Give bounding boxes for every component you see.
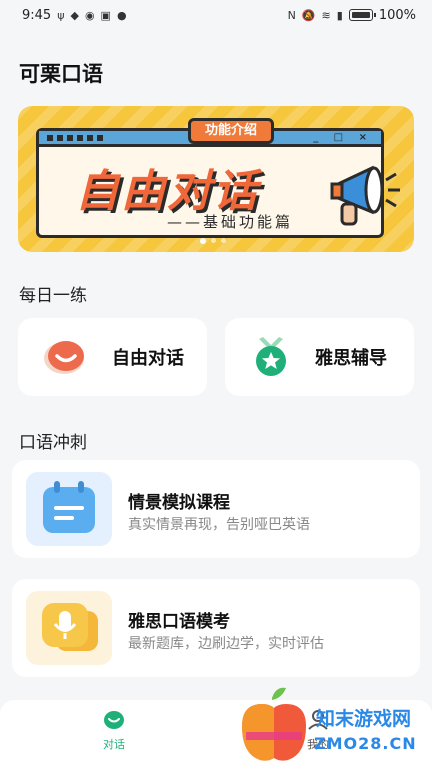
course-card-scenario[interactable]: 情景模拟课程 真实情景再现，告别哑巴英语 xyxy=(12,460,420,558)
nav-label-chat: 对话 xyxy=(103,738,125,751)
free-talk-card[interactable]: 自由对话 xyxy=(18,318,207,396)
course-title: 情景模拟课程 xyxy=(128,493,230,513)
app-notification-icon: ◉ xyxy=(84,8,95,22)
course-title: 雅思口语模考 xyxy=(128,612,230,632)
app-title: 可栗口语 xyxy=(19,62,103,86)
chat-smile-icon xyxy=(104,711,124,729)
mute-icon: 🔕 xyxy=(301,8,316,22)
pagination-dot[interactable] xyxy=(200,238,206,244)
megaphone-icon xyxy=(330,165,400,226)
message-icon: ▣ xyxy=(100,8,111,22)
status-time: 9:45 xyxy=(22,7,52,23)
ielts-tutor-label: 雅思辅导 xyxy=(315,348,387,369)
shield-icon: ◆ xyxy=(70,8,79,22)
banner-subtitle: ——基础功能篇 xyxy=(167,213,294,231)
calendar-icon xyxy=(43,481,95,533)
free-talk-label: 自由对话 xyxy=(112,348,184,369)
banner-pagination xyxy=(200,238,226,244)
smile-chat-icon xyxy=(44,341,84,374)
pagination-dot[interactable] xyxy=(211,238,216,243)
wifi-icon: ≋ xyxy=(321,8,331,22)
status-bar: 9:45 ψ ◆ ◉ ▣ ● N 🔕 ≋ ▮ 100% xyxy=(0,0,432,30)
microphone-chat-icon xyxy=(42,603,98,651)
course-card-ielts-mock[interactable]: 雅思口语模考 最新题库，边刷边学，实时评估 xyxy=(12,579,420,677)
star-medal-icon xyxy=(256,337,286,376)
battery-icon xyxy=(348,9,376,21)
nav-item-chat[interactable]: 对话 xyxy=(84,710,144,752)
ielts-tutor-card[interactable]: 雅思辅导 xyxy=(225,318,414,396)
window-controls: _ □ × xyxy=(313,132,373,143)
promo-banner[interactable]: _ □ × 自由对话 ——基础功能篇 功能介绍 xyxy=(18,106,414,252)
sprint-section-title: 口语冲刺 xyxy=(19,433,87,453)
watermark-url: ZMO28.CN xyxy=(314,734,417,753)
usb-icon: ψ xyxy=(57,8,65,22)
pagination-dot[interactable] xyxy=(221,238,226,243)
watermark-text: 知末游戏网 xyxy=(316,708,412,730)
apple-logo-icon xyxy=(242,687,306,761)
daily-section-title: 每日一练 xyxy=(19,286,87,306)
course-icon-box xyxy=(26,591,112,665)
course-description: 真实情景再现，告别哑巴英语 xyxy=(128,517,310,533)
wechat-icon: ● xyxy=(116,8,127,22)
banner-headline: 自由对话 xyxy=(75,166,259,217)
nfc-icon: N xyxy=(287,8,296,22)
course-description: 最新题库，边刷边学，实时评估 xyxy=(128,636,324,652)
sim-icon: ▮ xyxy=(336,8,343,22)
banner-tag: 功能介绍 xyxy=(188,118,275,144)
course-icon-box xyxy=(26,472,112,546)
watermark: 知末游戏网 ZMO28.CN xyxy=(232,684,432,768)
battery-level: 100% xyxy=(378,7,416,23)
